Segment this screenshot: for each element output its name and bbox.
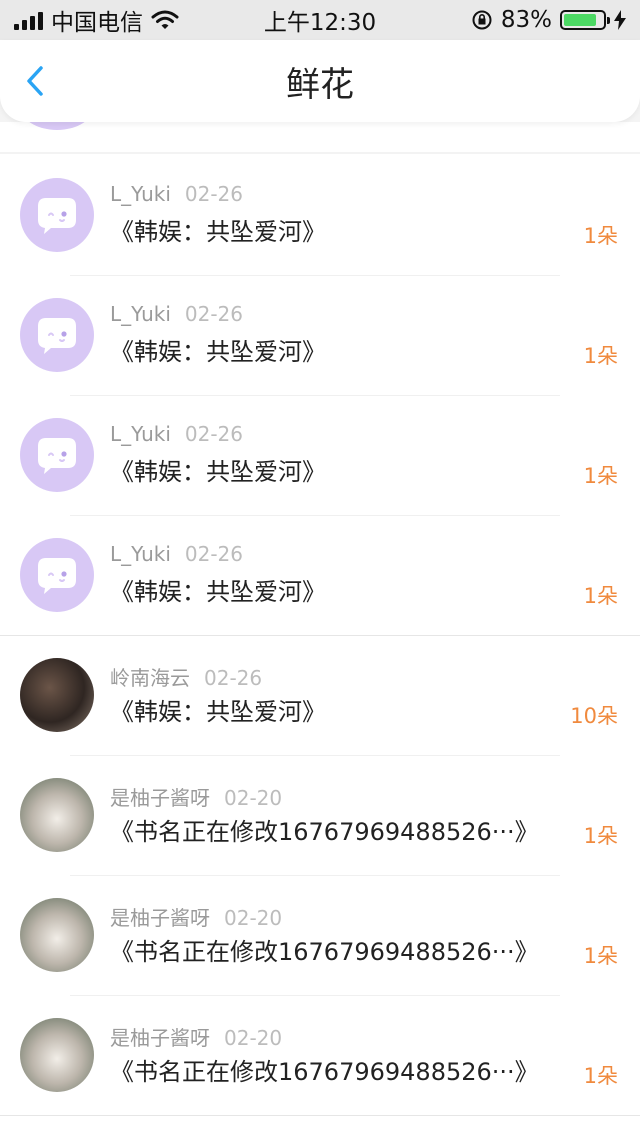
back-button[interactable] — [20, 64, 54, 98]
username: L_Yuki — [110, 302, 171, 326]
book-title: 《韩娱：共坠爱河》 — [110, 578, 326, 606]
username: L_Yuki — [110, 422, 171, 446]
avatar[interactable] — [20, 898, 94, 972]
charging-icon — [614, 10, 626, 30]
username: 是柚子酱呀 — [110, 786, 210, 810]
divider — [0, 152, 640, 154]
item-meta: 是柚子酱呀 02-20 — [110, 902, 282, 931]
date: 02-20 — [224, 906, 283, 930]
default-avatar-icon — [38, 558, 76, 594]
nav-bar: 鲜花 — [0, 40, 640, 122]
item-meta: 是柚子酱呀 02-20 — [110, 782, 282, 811]
book-title: 《书名正在修改16767969488526···》 — [110, 938, 539, 966]
date: 02-20 — [224, 786, 283, 810]
list-item[interactable]: L_Yuki 02-26 《韩娱：共坠爱河》 1朵 — [0, 516, 640, 636]
chevron-left-icon — [27, 66, 43, 96]
list-item[interactable]: 岭南海云 02-26 《韩娱：共坠爱河》 10朵 — [0, 636, 640, 756]
carrier-label: 中国电信 — [51, 10, 143, 36]
wifi-icon — [151, 10, 179, 29]
book-title: 《书名正在修改16767969488526···》 — [110, 818, 539, 846]
date: 02-26 — [184, 542, 244, 566]
item-meta: L_Yuki 02-26 — [110, 542, 243, 566]
battery-level-fill — [564, 14, 596, 26]
flower-count: 1朵 — [583, 584, 618, 608]
book-title: 《韩娱：共坠爱河》 — [110, 218, 326, 246]
list-item[interactable]: L_Yuki 02-26 《韩娱：共坠爱河》 1朵 — [0, 276, 640, 396]
avatar — [20, 122, 94, 130]
book-title: 《韩娱：共坠爱河》 — [110, 458, 326, 486]
signal-icon — [14, 10, 43, 30]
flower-count: 1朵 — [583, 464, 618, 488]
avatar[interactable] — [20, 298, 94, 372]
page-title: 鲜花 — [286, 64, 354, 105]
avatar[interactable] — [20, 1018, 94, 1092]
book-title: 《韩娱：共坠爱河》 — [110, 698, 326, 726]
item-meta: 是柚子酱呀 02-20 — [110, 1022, 282, 1051]
default-avatar-icon — [38, 438, 76, 474]
flower-count: 1朵 — [583, 224, 618, 248]
username: L_Yuki — [110, 542, 171, 566]
flower-count: 1朵 — [583, 1064, 618, 1088]
avatar[interactable] — [20, 778, 94, 852]
item-meta: L_Yuki 02-26 — [110, 302, 243, 326]
flower-count: 10朵 — [570, 704, 618, 728]
username: 是柚子酱呀 — [110, 1026, 210, 1050]
avatar[interactable] — [20, 418, 94, 492]
status-right: 83% — [471, 7, 626, 33]
status-bar: 中国电信 上午12:30 83% — [0, 0, 640, 40]
flower-count: 1朵 — [583, 344, 618, 368]
username: 是柚子酱呀 — [110, 906, 210, 930]
avatar[interactable] — [20, 658, 94, 732]
date: 02-26 — [204, 666, 263, 690]
orientation-lock-icon — [472, 10, 492, 30]
list-item[interactable]: L_Yuki 02-26 《韩娱：共坠爱河》 1朵 — [0, 396, 640, 516]
list-item[interactable]: L_Yuki 02-26 《韩娱：共坠爱河》 1朵 — [0, 156, 640, 276]
username: 岭南海云 — [110, 666, 190, 690]
book-title: 《书名正在修改16767969488526···》 — [110, 1058, 539, 1086]
default-avatar-icon — [38, 318, 76, 354]
date: 02-26 — [184, 182, 244, 206]
list-item[interactable]: 是柚子酱呀 02-20 《书名正在修改16767969488526···》 1朵 — [0, 996, 640, 1116]
item-meta: L_Yuki 02-26 — [110, 182, 243, 206]
avatar[interactable] — [20, 538, 94, 612]
avatar[interactable] — [20, 178, 94, 252]
flower-count: 1朵 — [583, 944, 618, 968]
date: 02-26 — [184, 422, 244, 446]
battery-percent: 83% — [500, 7, 552, 33]
date: 02-20 — [224, 1026, 283, 1050]
battery-icon — [560, 10, 610, 30]
flower-list[interactable]: L_Yuki 02-26 《韩娱：共坠爱河》 1朵 L_Yuki 02-26 《韩娱：共坠爱… — [0, 122, 640, 1136]
list-item[interactable]: 是柚子酱呀 02-20 《书名正在修改16767969488526···》 1朵 — [0, 756, 640, 876]
book-title: 《韩娱：共坠爱河》 — [110, 338, 326, 366]
status-left: 中国电信 — [14, 3, 179, 37]
date: 02-26 — [184, 302, 244, 326]
flower-count: 1朵 — [583, 824, 618, 848]
item-meta: 岭南海云 02-26 — [110, 662, 262, 691]
username: L_Yuki — [110, 182, 171, 206]
item-meta: L_Yuki 02-26 — [110, 422, 243, 446]
default-avatar-icon — [38, 198, 76, 234]
list-item[interactable]: 是柚子酱呀 02-20 《书名正在修改16767969488526···》 1朵 — [0, 876, 640, 996]
divider — [0, 1115, 640, 1116]
